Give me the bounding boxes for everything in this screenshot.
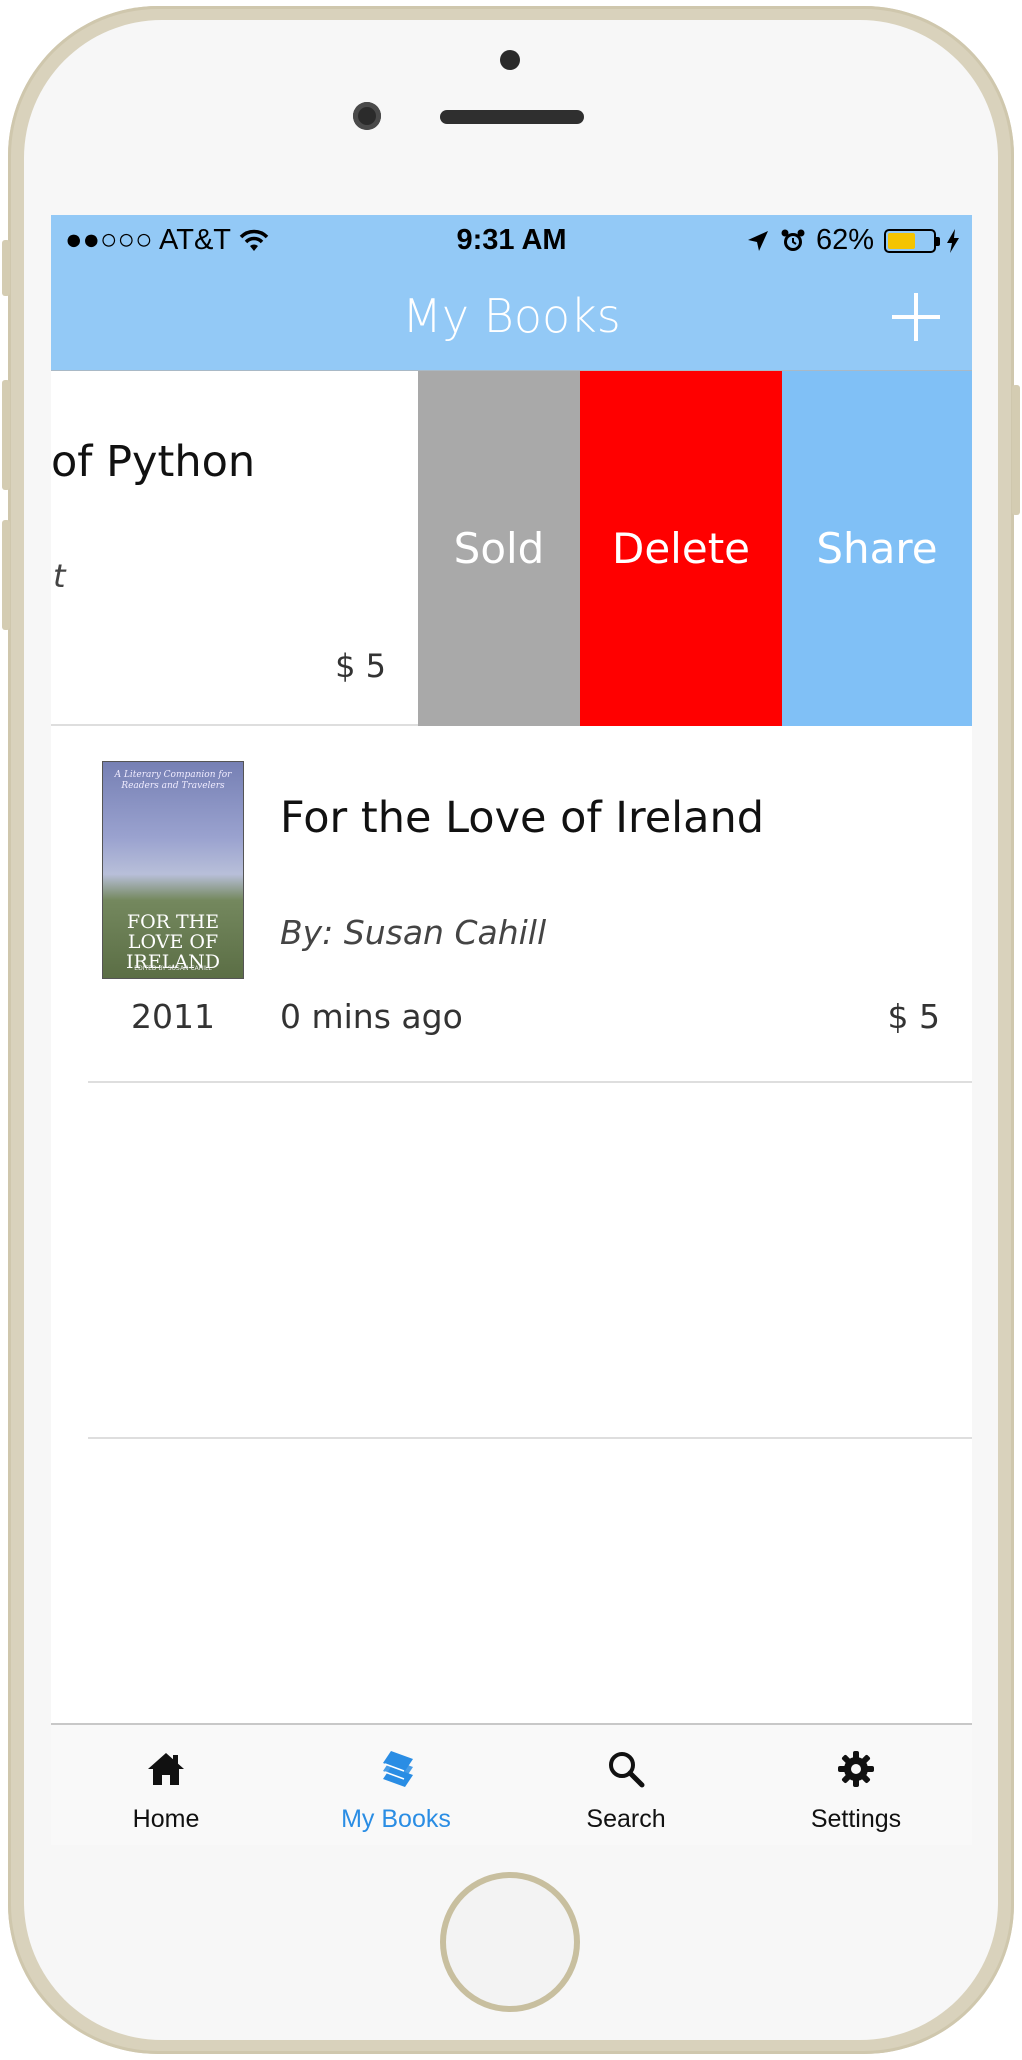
book-price: $ 5 [335,647,386,685]
alarm-icon [781,229,805,251]
tab-search[interactable]: Search [511,1725,741,1845]
battery-icon [884,228,940,253]
tab-my-books[interactable]: My Books [281,1725,511,1845]
share-button[interactable]: Share [782,371,972,726]
volume-down-button [2,520,10,630]
volume-up-button [2,380,10,490]
add-book-button[interactable] [890,291,942,343]
books-icon [383,1751,413,1787]
charging-bolt-icon [947,228,959,253]
cover-subtitle: A Literary Companion for Readers and Tra… [114,770,232,791]
cover-title: FOR THE LOVE OF IRELAND [126,911,220,973]
book-title: of Python [51,437,256,487]
page-title: My Books [402,289,621,343]
status-bar: ●●○○○ AT&T 9:31 AM 62% [51,215,972,269]
battery-percent: 62% [815,224,874,256]
book-year: 2011 [131,997,215,1036]
battery-level [888,232,916,249]
power-button [1012,385,1020,515]
tab-settings-label: Settings [810,1805,902,1833]
tab-my-books-icon-wrap [281,1749,511,1793]
screen: ●●○○○ AT&T 9:31 AM 62% My Books of Pytho… [51,215,972,1845]
mute-switch [2,240,10,296]
book-added-time: 0 mins ago [280,997,463,1036]
book-cover-image: A Literary Companion for Readers and Tra… [102,761,244,979]
tab-search-icon-wrap [511,1749,741,1793]
gear-icon [838,1751,874,1787]
home-icon [148,1753,184,1785]
book-author: By: Susan Cahill [280,913,547,952]
tab-bar: Home My Books Search Settings [51,1723,972,1845]
earpiece-speaker [440,110,584,124]
tab-home-icon-wrap [51,1749,281,1793]
location-arrow-icon [747,230,768,251]
delete-button[interactable]: Delete [580,371,782,726]
tab-search-label: Search [586,1805,666,1833]
tab-settings[interactable]: Settings [741,1725,971,1845]
empty-row [88,1083,972,1439]
tab-home-label: Home [132,1805,200,1833]
book-list: of Python t $ 5 Sold Delete Share A Lite… [51,371,972,1439]
status-right: 62% [746,224,960,257]
swiped-row-content[interactable]: of Python t $ 5 [51,371,418,726]
search-icon [609,1752,645,1788]
tab-settings-icon-wrap [741,1749,971,1793]
book-price: $ 5 [887,997,940,1036]
proximity-sensor [500,50,520,70]
swiped-book-row[interactable]: of Python t $ 5 Sold Delete Share [51,371,972,727]
tab-my-books-label: My Books [341,1805,451,1833]
navigation-bar: My Books [51,269,972,371]
sold-button[interactable]: Sold [418,371,580,726]
book-title: For the Love of Ireland [280,793,765,843]
battery-tip [936,236,940,246]
cover-editor: EDITED BY SUSAN CAHILL [134,965,212,972]
book-row[interactable]: A Literary Companion for Readers and Tra… [88,727,972,1083]
front-camera [353,102,381,130]
book-author: t [53,557,66,595]
tab-home[interactable]: Home [51,1725,281,1845]
home-button[interactable] [440,1872,580,2012]
